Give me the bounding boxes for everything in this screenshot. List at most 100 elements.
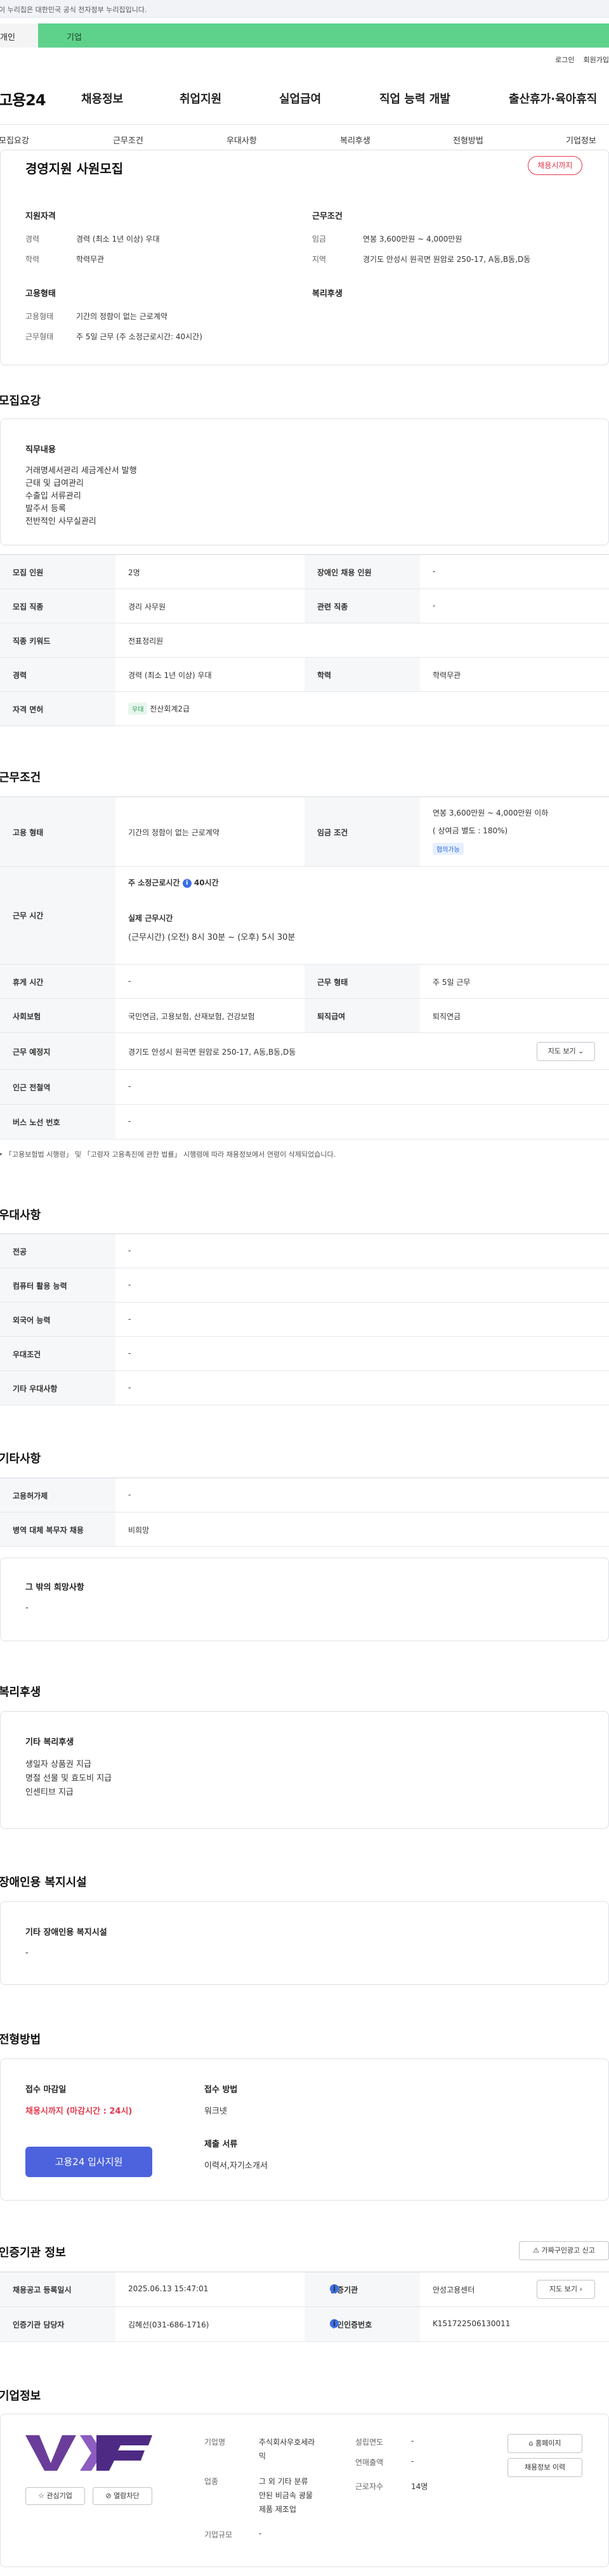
duty-line: 근태 및 급여관리 <box>25 479 84 488</box>
sales-value: - <box>411 2457 414 2466</box>
subnav-recruit[interactable]: 모집요강 <box>0 134 29 146</box>
map-button-label: 지도 보기 <box>547 1047 576 1055</box>
table-row: 우대조건 - <box>0 1337 609 1371</box>
org-map-button-label: 지도 보기 <box>549 2285 578 2293</box>
table-row: 모집 직종 경리 사무원 관련 직종 - <box>0 589 609 623</box>
map-button[interactable]: 지도 보기 ⌄ <box>537 1042 595 1061</box>
row-value: 김혜선(031-686-1716) <box>128 2320 209 2329</box>
other-wishes-head: 그 밖의 희망사항 <box>25 1583 84 1592</box>
homepage-button[interactable]: ⌂ 홈페이지 <box>508 2434 582 2453</box>
info-icon[interactable]: i <box>182 879 192 888</box>
table-row: 경력 경력 (최소 1년 이상) 우대 학력 학력무관 <box>0 658 609 692</box>
row-value: 경기도 안성시 원곡면 원암로 250-17, A동,B동,D동 <box>128 1048 296 1057</box>
table-row: 병역 대체 복무자 채용 비희망 <box>0 1512 609 1547</box>
summary-region-label: 지역 <box>312 255 327 264</box>
staff-value: 14명 <box>411 2482 428 2491</box>
summary-qual-head: 지원자격 <box>25 212 56 221</box>
method-value: 워크넷 <box>204 2107 227 2116</box>
row-label: 기타 우대사항 <box>13 1384 58 1393</box>
home-icon: ⌂ <box>528 2439 534 2447</box>
industry-line: 안된 비금속 광물 <box>259 2491 313 2500</box>
section-title-disability: 장애인용 복지시설 <box>0 1876 87 1889</box>
conditions-table: 고용 형태 기간의 정함이 없는 근로계약 임금 조건 연봉 3,600만원 ~… <box>0 797 609 1140</box>
report-fake-ad-button[interactable]: ⚠ 가짜구인광고 신고 <box>519 2241 609 2260</box>
table-row: 근무 예정지 경기도 안성시 원곡면 원암로 250-17, A동,B동,D동 … <box>0 1033 609 1070</box>
chevron-down-icon: ⌄ <box>578 1047 584 1055</box>
section-title-company: 기업정보 <box>0 2390 41 2403</box>
row-label: 병역 대체 복무자 채용 <box>13 1526 84 1535</box>
table-row: 버스 노선 번호 - <box>0 1105 609 1140</box>
gov-banner: 이 누리집은 대한민국 공식 전자정부 누리집입니다. <box>0 0 609 18</box>
selection-box <box>0 2059 609 2201</box>
row-label: 장애인 채용 인원 <box>317 568 372 577</box>
deadline-head: 접수 마감일 <box>25 2085 67 2095</box>
summary-emp-label: 고용형태 <box>25 312 54 321</box>
disability-value: - <box>25 1948 29 1958</box>
subnav-selection[interactable]: 전형방법 <box>453 134 483 146</box>
summary-work-value: 주 5일 근무 (주 소정근로시간: 40시간) <box>76 332 202 341</box>
summary-career-value: 경력 (최소 1년 이상) 우대 <box>76 235 160 244</box>
summary-edu-label: 학력 <box>25 255 40 264</box>
row-label: 사회보험 <box>13 1012 41 1021</box>
deadline-value: 채용시까지 (마감시간 : 24시) <box>25 2107 133 2116</box>
row-label: 인증기관 담당자 <box>13 2320 65 2329</box>
subnav-conditions[interactable]: 근무조건 <box>113 134 143 146</box>
site-logo[interactable]: 고용24 <box>0 88 46 110</box>
gnb-item-unemployment-benefit[interactable]: 실업급여 <box>279 90 321 107</box>
row-value: 전표정리원 <box>128 637 164 646</box>
hours-week: 주 소정근로시간 i 40시간 <box>128 877 219 888</box>
row-label: 인근 전철역 <box>13 1083 51 1092</box>
summary-emp-value: 기간의 정함이 없는 근로계약 <box>76 312 167 321</box>
company-logo <box>25 2433 152 2473</box>
row-value: - <box>128 1490 131 1499</box>
gnb-item-employment-support[interactable]: 취업지원 <box>180 90 221 107</box>
table-row: 사회보험 국민연금, 고용보험, 산재보험, 건강보험 퇴직급여 퇴직연금 <box>0 999 609 1033</box>
block-icon: ⊘ <box>105 2492 112 2500</box>
status-badge: 채용시까지 <box>528 156 582 175</box>
row-label: 근무 형태 <box>317 978 348 987</box>
row-label: 경력 <box>13 671 27 680</box>
org-map-button[interactable]: 지도 보기 › <box>537 2280 595 2299</box>
row-value: - <box>128 1280 131 1289</box>
info-icon[interactable]: i <box>330 2284 339 2293</box>
report-icon: ⚠ <box>533 2246 539 2254</box>
docs-value: 이력서,자기소개서 <box>204 2161 268 2171</box>
join-link[interactable]: 회원가입 <box>584 56 609 64</box>
row-value: K151722506130011 <box>433 2319 511 2328</box>
block-view-button[interactable]: ⊘ 열람차단 <box>93 2487 152 2505</box>
interest-company-button[interactable]: ☆ 관심기업 <box>25 2487 85 2505</box>
row-label: 우대조건 <box>13 1350 41 1359</box>
subnav-company[interactable]: 기업정보 <box>566 134 596 146</box>
row-label: 버스 노선 번호 <box>13 1118 60 1127</box>
tab-corp[interactable]: 기업 <box>38 23 609 48</box>
welfare-item: 인센티브 지급 <box>25 1788 74 1797</box>
summary-welfare-head: 복리후생 <box>312 289 343 299</box>
row-label: 모집 직종 <box>13 602 44 611</box>
info-icon[interactable]: i <box>330 2319 339 2328</box>
age-note: • 「고용보험법 시행령」 및 「고령자 고용촉진에 관한 법률」 시행령에 따… <box>0 1149 336 1159</box>
chevron-right-icon: › <box>579 2285 582 2293</box>
summary-career-label: 경력 <box>25 235 40 244</box>
util-links: 로그인 회원가입 <box>546 55 609 65</box>
job-history-button[interactable]: 채용정보 이력 <box>508 2458 582 2477</box>
row-value: 2025.06.13 15:47:01 <box>128 2284 209 2293</box>
wage-chip-wrap: 협의가능 <box>433 843 464 855</box>
row-value: - <box>128 1315 131 1324</box>
gnb-item-vocational-training[interactable]: 직업 능력 개발 <box>379 90 450 107</box>
gnb-item-parental-leave[interactable]: 출산휴가·육아휴직 <box>509 90 597 107</box>
duty-head: 직무내용 <box>25 445 56 455</box>
login-link[interactable]: 로그인 <box>555 56 574 64</box>
subnav-preference[interactable]: 우대사항 <box>226 134 257 146</box>
duty-line: 전반적인 사무실관리 <box>25 517 96 526</box>
row-label: 직종 키워드 <box>13 637 51 646</box>
row-label: 휴게 시간 <box>13 978 44 987</box>
apply-button[interactable]: 고용24 입사지원 <box>25 2147 152 2177</box>
subnav-welfare[interactable]: 복리후생 <box>340 134 370 146</box>
tab-person[interactable]: 개인 <box>0 23 38 48</box>
founded-value: - <box>411 2436 414 2445</box>
summary-wage-label: 임금 <box>312 235 327 244</box>
size-value: - <box>259 2529 262 2538</box>
gnb-item-jobs[interactable]: 채용정보 <box>81 90 123 107</box>
row-label: 퇴직급여 <box>317 1012 346 1021</box>
row-value: 학력무관 <box>433 671 461 680</box>
